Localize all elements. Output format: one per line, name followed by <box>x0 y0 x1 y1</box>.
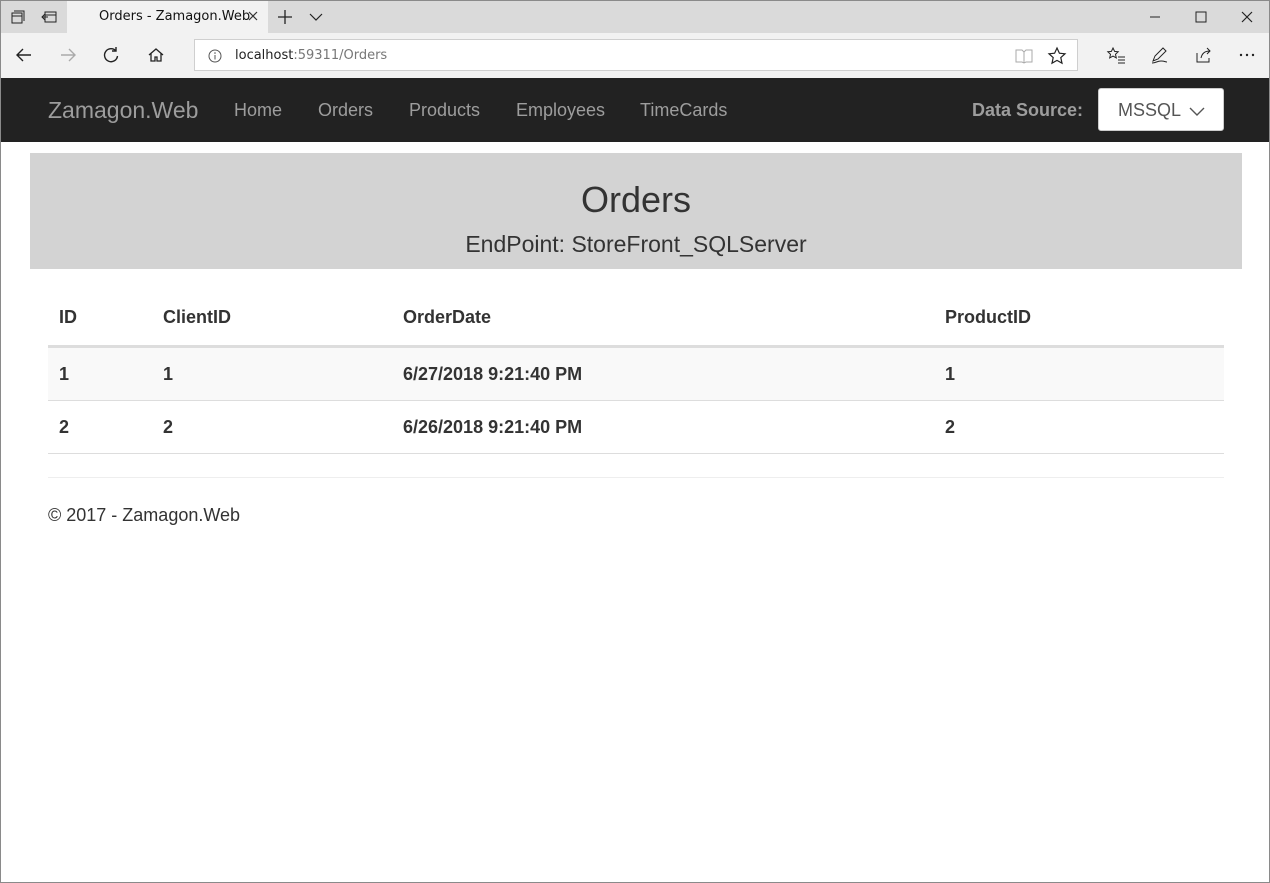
close-tab-icon[interactable] <box>245 8 261 24</box>
url-text[interactable]: localhost:59311/Orders <box>235 48 387 63</box>
favorite-star-icon[interactable] <box>1047 46 1067 66</box>
share-icon[interactable] <box>1193 45 1213 65</box>
set-tabs-aside-icon[interactable] <box>39 7 59 27</box>
chevron-down-icon <box>1189 104 1205 116</box>
nav-link-employees[interactable]: Employees <box>516 100 605 121</box>
data-source-value: MSSQL <box>1118 100 1182 120</box>
new-tab-icon[interactable] <box>276 8 294 26</box>
column-header-clientid: ClientID <box>163 307 232 327</box>
forward-arrow-icon[interactable] <box>58 45 78 65</box>
url-path: :59311/Orders <box>293 48 388 63</box>
refresh-icon[interactable] <box>101 45 121 65</box>
nav-link-orders[interactable]: Orders <box>318 100 373 121</box>
site-navbar: Zamagon.Web Home Orders Products Employe… <box>1 78 1269 142</box>
cell-clientid: 1 <box>163 364 174 384</box>
nav-link-home[interactable]: Home <box>234 100 282 121</box>
url-host: localhost <box>235 48 294 63</box>
pen-notes-icon[interactable] <box>1149 45 1169 65</box>
chevron-down-icon[interactable] <box>308 9 324 25</box>
cell-id: 1 <box>59 364 70 384</box>
table-row: 2 2 6/26/2018 9:21:40 PM 2 <box>48 401 1224 454</box>
browser-toolbar: localhost:59311/Orders <box>1 33 1269 78</box>
page-subtitle: EndPoint: StoreFront_SQLServer <box>465 231 807 257</box>
nav-link-products[interactable]: Products <box>409 100 480 121</box>
orders-table: ID ClientID OrderDate ProductID 1 1 6/27… <box>48 291 1224 454</box>
minimize-icon[interactable] <box>1147 9 1163 25</box>
address-bar[interactable]: localhost:59311/Orders <box>194 39 1078 71</box>
cell-clientid: 2 <box>163 417 174 437</box>
favorites-hub-icon[interactable] <box>1106 45 1126 65</box>
page-title: Orders <box>580 179 692 220</box>
cell-productid: 2 <box>945 417 956 437</box>
tab-preview-icon[interactable] <box>8 7 28 27</box>
column-header-id: ID <box>59 307 77 327</box>
table-row: 1 1 6/27/2018 9:21:40 PM 1 <box>48 348 1224 401</box>
close-window-icon[interactable] <box>1239 9 1255 25</box>
tab-title: Orders - Zamagon.Web <box>99 9 251 24</box>
column-header-productid: ProductID <box>945 307 1032 327</box>
maximize-icon[interactable] <box>1193 9 1209 25</box>
browser-tab-strip: Orders - Zamagon.Web <box>1 1 1269 33</box>
cell-productid: 1 <box>945 364 956 384</box>
data-source-select[interactable]: MSSQL <box>1098 88 1224 131</box>
footer-divider <box>48 477 1224 478</box>
nav-link-timecards[interactable]: TimeCards <box>640 100 727 121</box>
cell-orderdate: 6/26/2018 9:21:40 PM <box>403 417 583 437</box>
page-header: Orders EndPoint: StoreFront_SQLServer <box>30 153 1242 269</box>
cell-orderdate: 6/27/2018 9:21:40 PM <box>403 364 583 384</box>
back-arrow-icon[interactable] <box>14 45 34 65</box>
footer-copyright: © 2017 - Zamagon.Web <box>48 505 241 525</box>
active-tab[interactable]: Orders - Zamagon.Web <box>67 1 268 33</box>
reading-view-icon[interactable] <box>1015 48 1033 64</box>
more-options-icon[interactable] <box>1237 45 1257 65</box>
column-header-orderdate: OrderDate <box>403 307 492 327</box>
data-source-label: Data Source: <box>972 100 1084 120</box>
site-info-icon[interactable] <box>208 49 222 63</box>
home-icon[interactable] <box>146 45 166 65</box>
table-header: ID ClientID OrderDate ProductID <box>48 291 1224 348</box>
cell-id: 2 <box>59 417 70 437</box>
brand-link[interactable]: Zamagon.Web <box>48 97 198 124</box>
